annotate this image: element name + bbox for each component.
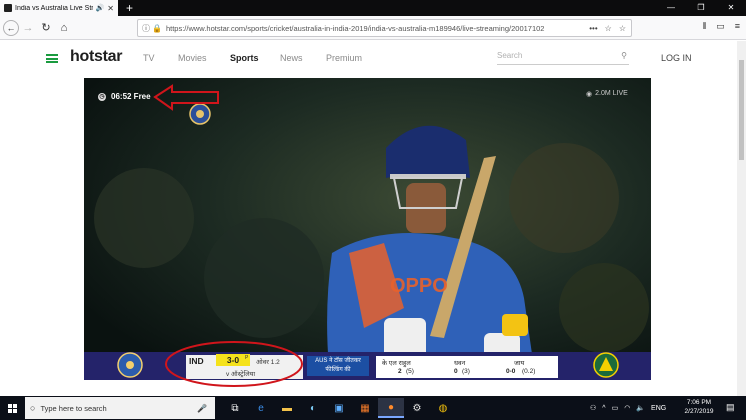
powerplay-indicator: P <box>245 355 249 361</box>
minimize-button[interactable]: — <box>656 0 686 16</box>
bowler-name: जाय <box>514 360 525 367</box>
batsman1-runs: 2 <box>398 368 402 375</box>
windows-logo-icon <box>7 403 17 413</box>
store-icon[interactable]: ▣ <box>326 398 352 418</box>
close-window-button[interactable]: ✕ <box>716 0 746 16</box>
free-timer-text: 06:52 Free <box>111 92 151 101</box>
info-icon[interactable]: ⓘ <box>142 23 150 34</box>
url-text[interactable]: https://www.hotstar.com/sports/cricket/a… <box>166 24 589 33</box>
volume-icon[interactable]: 🔈 <box>636 404 645 412</box>
start-button[interactable] <box>0 396 24 420</box>
india-team-logo <box>117 352 143 378</box>
search-placeholder: Search <box>497 51 523 60</box>
people-icon[interactable]: ⚇ <box>590 404 596 412</box>
forward-button[interactable]: → <box>19 22 37 34</box>
taskbar-clock[interactable]: 7:06 PM 2/27/2019 <box>680 398 718 416</box>
network-icon[interactable]: ◠ <box>624 404 630 412</box>
toss-info: AUS ने टॉस जीतकर फील्डिंग की <box>307 356 369 376</box>
bowler-figures: 0-0 <box>506 368 516 375</box>
svg-text:OPPO: OPPO <box>390 275 448 297</box>
tray-overflow-icon[interactable]: ^ <box>602 405 605 412</box>
speaker-icon[interactable]: 🔊 <box>96 4 105 12</box>
battery-icon[interactable]: ▭ <box>612 404 619 412</box>
search-input[interactable]: Search ⚲ <box>497 51 629 65</box>
menu-item-premium[interactable]: Premium <box>326 53 362 63</box>
edge-icon[interactable]: e <box>248 398 274 418</box>
microphone-icon[interactable]: 🎤 <box>197 404 207 413</box>
eye-icon: ◉ <box>586 91 593 98</box>
browser-right-toolbar: ⫴ ▭ ≡ <box>702 21 740 32</box>
bcci-logo <box>189 103 211 125</box>
batsman2-runs: 0 <box>454 368 458 375</box>
clock-icon: ◷ <box>98 92 106 101</box>
pocket-icon[interactable]: ☆ <box>605 24 612 33</box>
window-controls: — ❐ ✕ <box>656 0 746 16</box>
batsmen-panel: के एल राहुल 2 (5) धवन 0 (3) <box>376 356 520 378</box>
clock-time: 7:06 PM <box>686 399 712 406</box>
photos-icon[interactable]: ◐ <box>300 398 326 418</box>
batsman2-name: धवन <box>454 360 466 367</box>
hotstar-favicon-icon <box>4 4 12 12</box>
bookmark-star-icon[interactable]: ☆ <box>619 24 626 33</box>
free-timer: ◷ 06:52 Free <box>98 92 151 101</box>
menu-icon[interactable]: ≡ <box>735 21 740 32</box>
menu-item-sports[interactable]: Sports <box>230 53 259 63</box>
reload-button[interactable]: ↻ <box>37 21 55 34</box>
search-icon[interactable]: ⚲ <box>621 51 627 60</box>
video-frame: OPPO <box>84 78 651 380</box>
clock-date: 2/27/2019 <box>684 408 714 415</box>
app-icon[interactable]: ▦ <box>352 398 378 418</box>
batting-team: IND <box>189 356 204 366</box>
browser-tab[interactable]: India vs Australia Live Strea 🔊 ✕ <box>0 0 118 16</box>
chrome-icon[interactable]: ◍ <box>430 398 456 418</box>
taskbar-search-input[interactable]: ○ Type here to search 🎤 <box>25 397 215 419</box>
notification-icon[interactable]: ▤ <box>726 402 735 413</box>
hamburger-menu-icon[interactable] <box>46 54 58 63</box>
scrollbar-thumb[interactable] <box>739 60 744 160</box>
menu-item-movies[interactable]: Movies <box>178 53 207 63</box>
settings-icon[interactable]: ⚙ <box>404 398 430 418</box>
menu-item-news[interactable]: News <box>280 53 303 63</box>
language-indicator[interactable]: ENG <box>651 405 666 412</box>
batsman1-name: के एल राहुल <box>382 360 411 367</box>
batsman1-balls: (5) <box>406 368 414 375</box>
opponent: v ऑस्ट्रेलिया <box>226 371 256 378</box>
new-tab-button[interactable]: + <box>126 1 133 15</box>
page-actions-icon[interactable]: ••• <box>589 24 597 33</box>
overs: ओवर 1.2 <box>256 359 280 366</box>
task-view-icon[interactable]: ⧉ <box>222 398 248 418</box>
home-button[interactable]: ⌂ <box>55 22 73 34</box>
sidebar-icon[interactable]: ▭ <box>716 21 725 32</box>
firefox-icon[interactable]: ● <box>378 398 404 418</box>
search-circle-icon: ○ <box>30 403 36 413</box>
taskbar-search-placeholder: Type here to search <box>40 403 107 413</box>
back-button[interactable]: ← <box>3 19 19 36</box>
url-bar[interactable]: ⓘ 🔒 https://www.hotstar.com/sports/crick… <box>137 19 632 37</box>
system-tray: ⚇ ^ ▭ ◠ 🔈 ENG <box>590 398 666 418</box>
tab-title: India vs Australia Live Strea <box>15 4 93 12</box>
library-icon[interactable]: ⫴ <box>702 21 706 32</box>
batsman2-balls: (3) <box>462 368 470 375</box>
browser-navbar: ← → ↻ ⌂ ⓘ 🔒 https://www.hotstar.com/spor… <box>0 16 746 40</box>
maximize-button[interactable]: ❐ <box>686 0 716 16</box>
hotstar-header: hotstar TV Movies Sports News Premium Se… <box>0 41 746 77</box>
taskbar-apps: ⧉ e ▬ ◐ ▣ ▦ ● ⚙ ◍ <box>222 398 456 418</box>
bowler-panel: जाय 0-0 (0.2) <box>500 356 558 378</box>
menu-item-tv[interactable]: TV <box>143 53 155 63</box>
file-explorer-icon[interactable]: ▬ <box>274 398 300 418</box>
lock-icon[interactable]: 🔒 <box>152 24 162 33</box>
australia-team-logo <box>593 352 619 378</box>
tab-close-button[interactable]: ✕ <box>107 4 114 13</box>
browser-tab-strip: India vs Australia Live Strea 🔊 ✕ + — ❐ … <box>0 0 746 16</box>
hotstar-logo[interactable]: hotstar <box>70 48 122 66</box>
bowler-overs: (0.2) <box>522 368 536 375</box>
video-player[interactable]: OPPO <box>84 78 651 380</box>
screen: India vs Australia Live Strea 🔊 ✕ + — ❐ … <box>0 0 746 420</box>
live-viewers: ◉ 2.0M LIVE <box>586 90 628 98</box>
login-button[interactable]: LOG IN <box>661 53 692 63</box>
live-viewers-text: 2.0M LIVE <box>595 90 628 97</box>
